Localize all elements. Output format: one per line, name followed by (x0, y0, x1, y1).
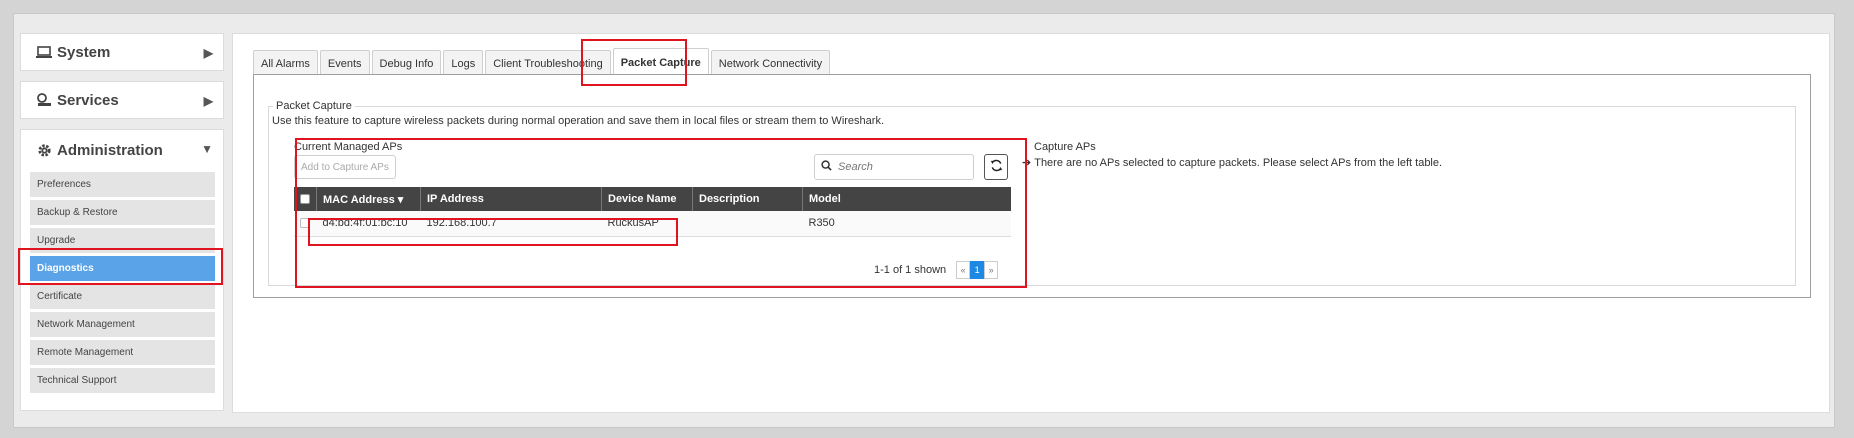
sidebar: System ▶ Services ▶ Administration ▼ Pre… (20, 33, 224, 411)
pagination: 1-1 of 1 shown « 1 » (874, 261, 999, 279)
sidebar-section-system[interactable]: System ▶ (20, 33, 224, 71)
sidebar-item-diagnostics[interactable]: Diagnostics (30, 256, 215, 281)
tab-debug-info[interactable]: Debug Info (371, 50, 442, 76)
column-header-model[interactable]: Model (802, 187, 1011, 211)
managed-aps-title: Current Managed APs (294, 141, 403, 153)
search-icon (821, 160, 832, 174)
laptop-icon (35, 46, 53, 58)
sidebar-section-label: System (57, 43, 111, 61)
table-row[interactable]: d4:bd:4f:01:bc:10 192.168.100.7 RuckusAP… (294, 211, 1011, 237)
capture-aps-message: There are no APs selected to capture pac… (1034, 156, 1443, 169)
sidebar-item-network-management[interactable]: Network Management (30, 312, 215, 337)
capture-aps-title: Capture APs (1034, 141, 1096, 153)
tab-client-troubleshooting[interactable]: Client Troubleshooting (485, 50, 611, 76)
arrow-right-icon: ➔ (1022, 157, 1032, 169)
row-checkbox[interactable] (300, 218, 310, 229)
services-icon (35, 93, 53, 107)
sidebar-section-label: Administration (57, 141, 163, 159)
expand-arrow-icon[interactable]: ▶ (204, 94, 213, 108)
sidebar-section-services[interactable]: Services ▶ (20, 81, 224, 119)
sidebar-item-certificate[interactable]: Certificate (30, 284, 215, 309)
expand-arrow-icon[interactable]: ▶ (204, 46, 213, 60)
column-header-mac[interactable]: MAC Address ▾ (316, 187, 421, 211)
capture-aps-message-row: ➔ There are no APs selected to capture p… (1022, 156, 1443, 170)
sidebar-item-remote-management[interactable]: Remote Management (30, 340, 215, 365)
diagnostics-tabs: All Alarms Events Debug Info Logs Client… (253, 48, 832, 76)
gear-icon (35, 143, 53, 158)
current-managed-aps: Current Managed APs Add to Capture APs M… (294, 141, 1018, 279)
capture-aps: Capture APs ➔ There are no APs selected … (1022, 141, 1442, 169)
select-all-checkbox[interactable] (300, 194, 310, 205)
sidebar-section-administration: Administration ▼ Preferences Backup & Re… (20, 129, 224, 411)
sidebar-item-upgrade[interactable]: Upgrade (30, 228, 215, 253)
managed-aps-table: MAC Address ▾ IP Address Device Name Des… (294, 187, 1011, 237)
column-header-description[interactable]: Description (692, 187, 803, 211)
cell-model: R350 (802, 211, 1011, 237)
search-input[interactable] (836, 160, 964, 174)
column-header-ip[interactable]: IP Address (420, 187, 602, 211)
tab-all-alarms[interactable]: All Alarms (253, 50, 318, 76)
collapse-arrow-icon[interactable]: ▼ (201, 142, 213, 156)
tab-logs[interactable]: Logs (443, 50, 484, 76)
sidebar-item-preferences[interactable]: Preferences (30, 172, 215, 197)
cell-mac: d4:bd:4f:01:bc:10 (316, 211, 421, 237)
packet-capture-panel: Packet Capture Use this feature to captu… (253, 74, 1811, 298)
sidebar-section-administration-header[interactable]: Administration ▼ (21, 130, 223, 170)
table-header-row: MAC Address ▾ IP Address Device Name Des… (294, 187, 1011, 211)
tab-network-connectivity[interactable]: Network Connectivity (710, 50, 831, 76)
refresh-icon (990, 159, 1003, 175)
intro-text: Use this feature to capture wireless pac… (272, 115, 884, 127)
cell-ip: 192.168.100.7 (420, 211, 602, 237)
sidebar-section-label: Services (57, 91, 119, 109)
sidebar-item-backup-restore[interactable]: Backup & Restore (30, 200, 215, 225)
sidebar-item-technical-support[interactable]: Technical Support (30, 368, 215, 393)
add-to-capture-aps-button[interactable]: Add to Capture APs (294, 155, 396, 179)
cell-description (692, 211, 803, 237)
row-select-cell (294, 211, 317, 237)
cell-device-name: RuckusAP (601, 211, 693, 237)
fieldset-legend: Packet Capture (276, 100, 352, 112)
sort-desc-icon: ▾ (397, 193, 404, 206)
column-header-device-name[interactable]: Device Name (601, 187, 693, 211)
tab-events[interactable]: Events (319, 50, 370, 76)
tab-packet-capture[interactable]: Packet Capture (612, 48, 709, 76)
next-page-button[interactable]: » (984, 261, 999, 279)
prev-page-button[interactable]: « (956, 261, 971, 279)
search-box[interactable] (814, 154, 974, 180)
shown-count: 1-1 of 1 shown (874, 264, 947, 276)
refresh-button[interactable] (984, 154, 1008, 180)
page-1-button[interactable]: 1 (970, 261, 985, 279)
select-all-header (294, 187, 317, 211)
main-panel: All Alarms Events Debug Info Logs Client… (232, 33, 1830, 413)
